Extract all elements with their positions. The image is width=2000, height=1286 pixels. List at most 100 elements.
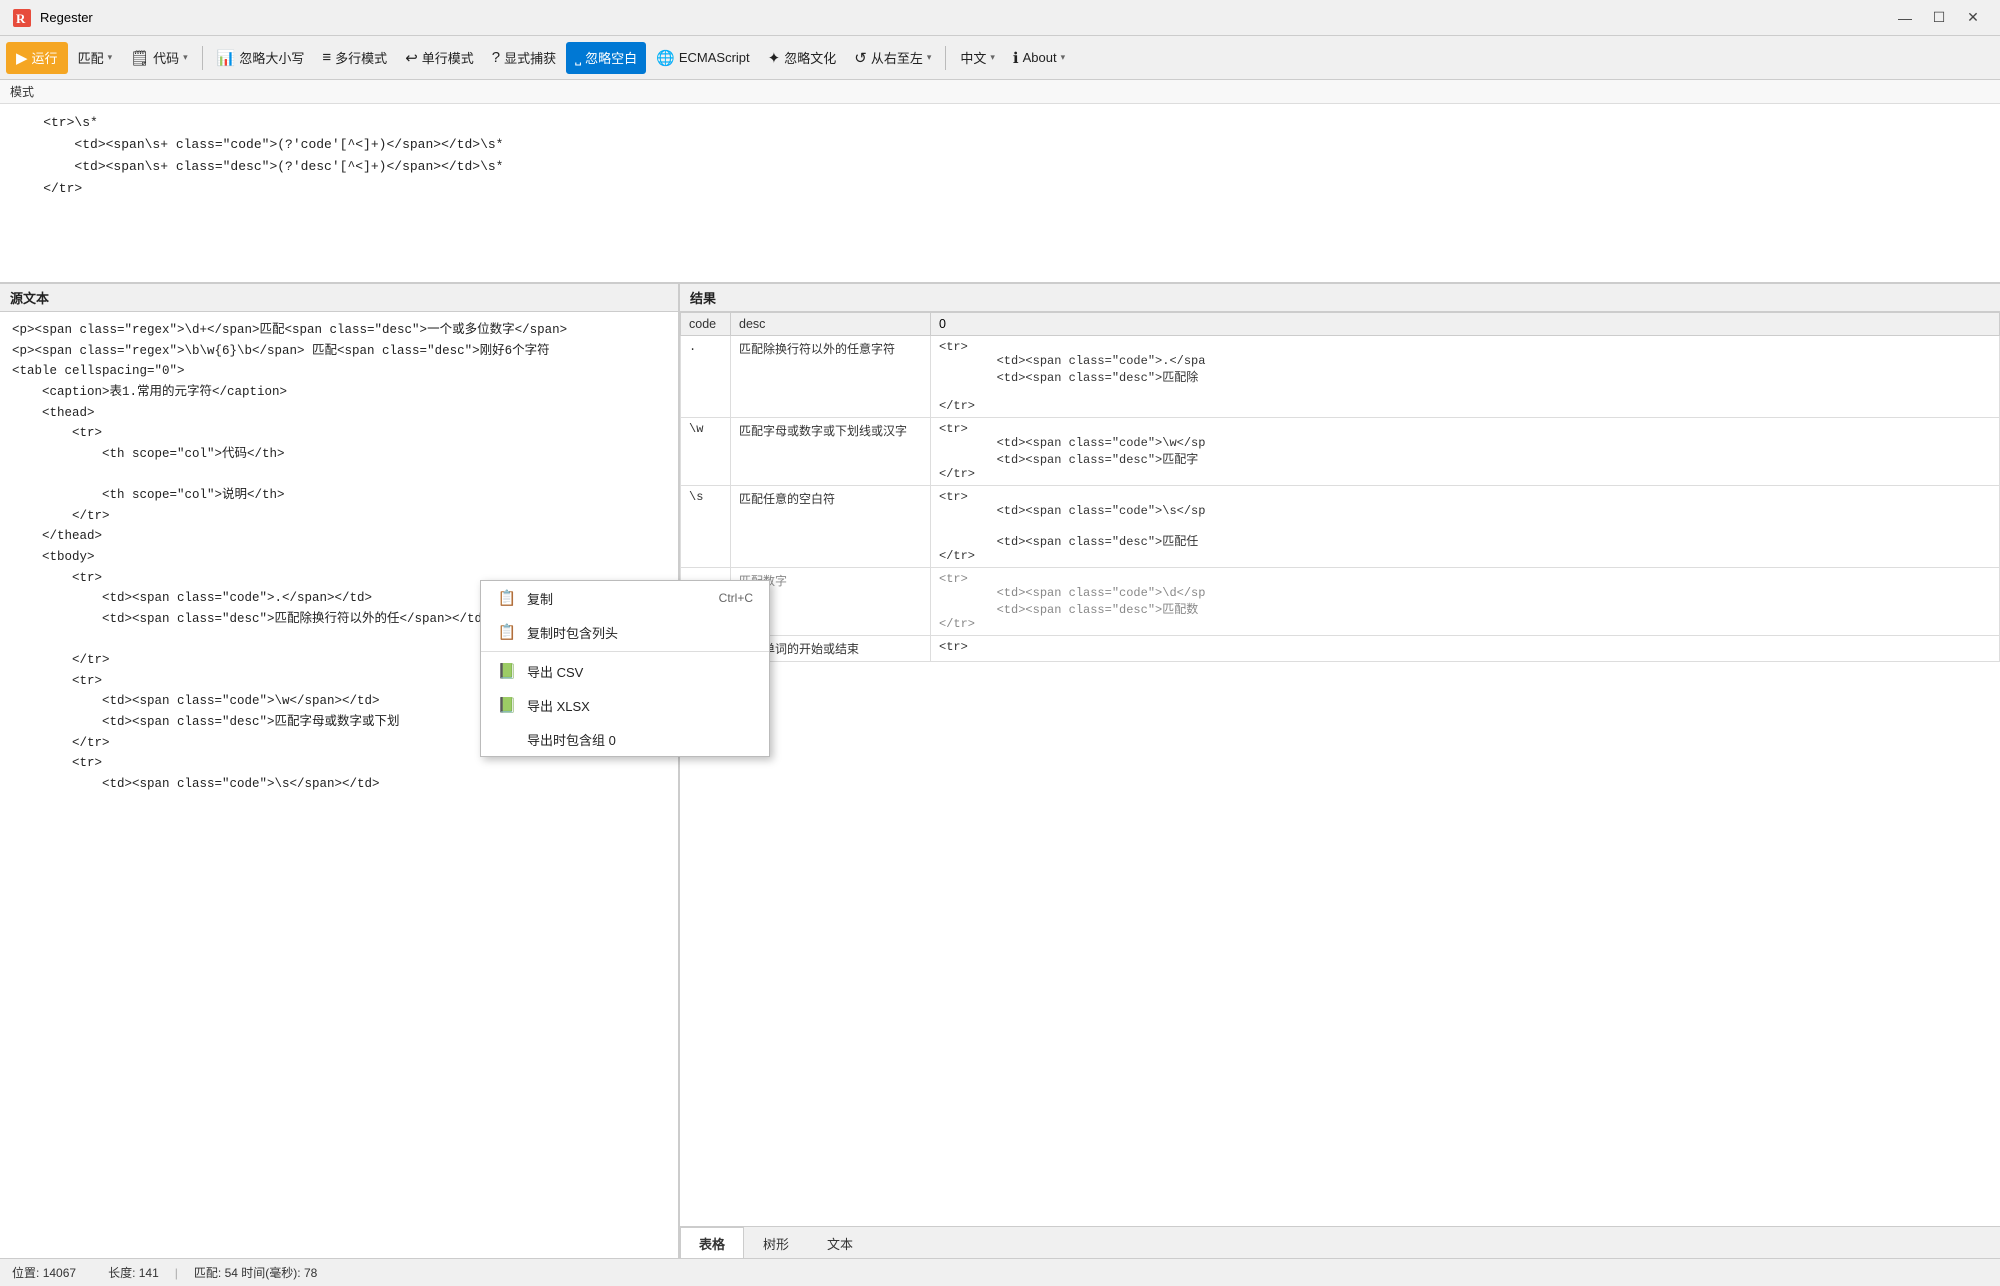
source-line-23: <td><span class="code">\s</span></td> [12, 774, 666, 795]
pattern-line-2: <td><span\s+ class="code">(?'code'[^<]+)… [12, 134, 1988, 156]
multiline-button[interactable]: ≡ 多行模式 [314, 42, 395, 74]
tab-text[interactable]: 文本 [808, 1227, 872, 1258]
code-arrow-icon: ▾ [183, 52, 188, 63]
lang-arrow-icon: ▾ [990, 52, 995, 63]
language-button[interactable]: 中文 ▾ [952, 42, 1003, 74]
position-label: 位置: 14067 [12, 1264, 76, 1281]
separator-2 [945, 46, 946, 70]
singleline-button[interactable]: ↩ 单行模式 [397, 42, 482, 74]
result-table: code desc 0 .匹配除换行符以外的任意字符<tr> <td><span… [680, 312, 2000, 662]
time-value: 78 [304, 1266, 317, 1280]
source-line-7: <th scope="col">代码</th> [12, 444, 666, 465]
table-row[interactable]: .匹配除换行符以外的任意字符<tr> <td><span class="code… [681, 336, 2000, 418]
length-label-text: 长度: [108, 1266, 135, 1280]
cell-code-0: . [681, 336, 731, 418]
maximize-button[interactable]: ☐ [1924, 6, 1954, 30]
source-line-2: <p><span class="regex">\b\w{6}\b</span> … [12, 341, 666, 362]
rtl-arrow-icon: ▾ [927, 52, 932, 63]
cell-val-1: <tr> <td><span class="code">\w</sp <td><… [931, 418, 2000, 486]
ignore-case-label: 忽略大小写 [239, 48, 304, 67]
rtl-button[interactable]: ↺ 从右至左 ▾ [846, 42, 939, 74]
source-panel: 源文本 <p><span class="regex">\d+</span>匹配<… [0, 284, 680, 1258]
context-menu-item-3[interactable]: 📗导出 XLSX [481, 688, 769, 722]
source-line-11: </thead> [12, 526, 666, 547]
main-content: 源文本 <p><span class="regex">\d+</span>匹配<… [0, 284, 2000, 1258]
context-menu-item-1[interactable]: 📋复制时包含列头 [481, 615, 769, 649]
context-menu-icon-3: 📗 [497, 695, 517, 715]
result-panel: 结果 code desc 0 .匹配除换行符以外的任意字符<tr> <td><s… [680, 284, 2000, 1258]
about-label: About [1023, 50, 1057, 65]
run-button[interactable]: ▶ 运行 [6, 42, 68, 74]
context-menu-sep [481, 651, 769, 652]
pattern-line-3: <td><span\s+ class="desc">(?'desc'[^<]+)… [12, 156, 1988, 178]
context-menu-icon-1: 📋 [497, 622, 517, 642]
context-menu-item-0[interactable]: 📋复制Ctrl+C [481, 581, 769, 615]
code-label: 代码 [153, 48, 179, 67]
ecmascript-icon: 🌐 [656, 49, 675, 67]
table-row[interactable]: \s匹配任意的空白符<tr> <td><span class="code">\s… [681, 486, 2000, 568]
ignore-whitespace-button[interactable]: ⎵ 忽略空白 [566, 42, 646, 74]
context-menu-icon-2: 📗 [497, 661, 517, 681]
capture-button[interactable]: ? 显式捕获 [484, 42, 564, 74]
context-menu-item-4[interactable]: 导出时包含组 0 [481, 722, 769, 756]
match-arrow-icon: ▾ [108, 52, 113, 63]
result-panel-header: 结果 [680, 284, 2000, 312]
ignore-culture-label: 忽略文化 [784, 48, 836, 67]
rtl-icon: ↺ [854, 49, 867, 67]
source-line-9: <th scope="col">说明</th> [12, 485, 666, 506]
cell-val-0: <tr> <td><span class="code">.</spa <td><… [931, 336, 2000, 418]
ecmascript-label: ECMAScript [679, 50, 750, 65]
match-label-text: 匹配: [194, 1266, 221, 1280]
table-row[interactable]: \b匹配单词的开始或结束<tr> [681, 636, 2000, 662]
cell-code-1: \w [681, 418, 731, 486]
app-title: Regester [40, 10, 1890, 25]
about-icon: ℹ [1013, 49, 1019, 67]
ignore-culture-button[interactable]: ✦ 忽略文化 [760, 42, 845, 74]
source-line-6: <tr> [12, 423, 666, 444]
context-menu-item-2[interactable]: 📗导出 CSV [481, 654, 769, 688]
context-menu-icon-4 [497, 729, 517, 749]
cell-val-4: <tr> [931, 636, 2000, 662]
about-button[interactable]: ℹ About ▾ [1005, 42, 1073, 74]
result-panel-title: 结果 [690, 291, 716, 306]
close-button[interactable]: ✕ [1958, 6, 1988, 30]
result-tab-bar: 表格 树形 文本 [680, 1226, 2000, 1258]
col-val: 0 [931, 313, 2000, 336]
position-value: 14067 [43, 1266, 76, 1280]
pattern-line-1: <tr>\s* [12, 112, 1988, 134]
code-button[interactable]: 🗒 代码 ▾ [122, 42, 196, 74]
separator-1 [202, 46, 203, 70]
time-label: 时间(毫秒): [241, 1266, 300, 1280]
table-row[interactable]: \w匹配字母或数字或下划线或汉字<tr> <td><span class="co… [681, 418, 2000, 486]
code-icon: 🗒 [130, 49, 149, 67]
source-panel-title: 源文本 [10, 291, 49, 306]
match-button[interactable]: 匹配 ▾ [70, 42, 121, 74]
result-table-header-row: code desc 0 [681, 313, 2000, 336]
source-line-3: <table cellspacing="0"> [12, 361, 666, 382]
pattern-area[interactable]: <tr>\s* <td><span\s+ class="code">(?'cod… [0, 104, 2000, 284]
tab-table[interactable]: 表格 [680, 1227, 744, 1258]
result-table-container[interactable]: code desc 0 .匹配除换行符以外的任意字符<tr> <td><span… [680, 312, 2000, 1226]
ignore-case-button[interactable]: 📊 忽略大小写 [209, 42, 313, 74]
context-menu-label-4: 导出时包含组 0 [527, 730, 753, 749]
multiline-icon: ≡ [322, 49, 331, 66]
col-code: code [681, 313, 731, 336]
rtl-label: 从右至左 [871, 48, 923, 67]
source-line-10: </tr> [12, 506, 666, 527]
length-value: 141 [139, 1266, 159, 1280]
table-row[interactable]: 匹配数字<tr> <td><span class="code">\d</sp <… [681, 568, 2000, 636]
ecmascript-button[interactable]: 🌐 ECMAScript [648, 42, 757, 74]
ignore-culture-icon: ✦ [768, 49, 781, 67]
cell-desc-1: 匹配字母或数字或下划线或汉字 [731, 418, 931, 486]
source-line-8 [12, 464, 666, 485]
tab-tree[interactable]: 树形 [744, 1227, 808, 1258]
mode-label: 模式 [10, 85, 34, 99]
source-panel-content[interactable]: <p><span class="regex">\d+</span>匹配<span… [0, 312, 678, 1258]
app-logo: R [12, 8, 32, 28]
length-label: 长度: 141 [108, 1264, 159, 1281]
cell-desc-0: 匹配除换行符以外的任意字符 [731, 336, 931, 418]
status-sep-2: | [175, 1266, 178, 1280]
minimize-button[interactable]: — [1890, 6, 1920, 30]
capture-icon: ? [492, 49, 500, 66]
cell-val-2: <tr> <td><span class="code">\s</sp <td><… [931, 486, 2000, 568]
